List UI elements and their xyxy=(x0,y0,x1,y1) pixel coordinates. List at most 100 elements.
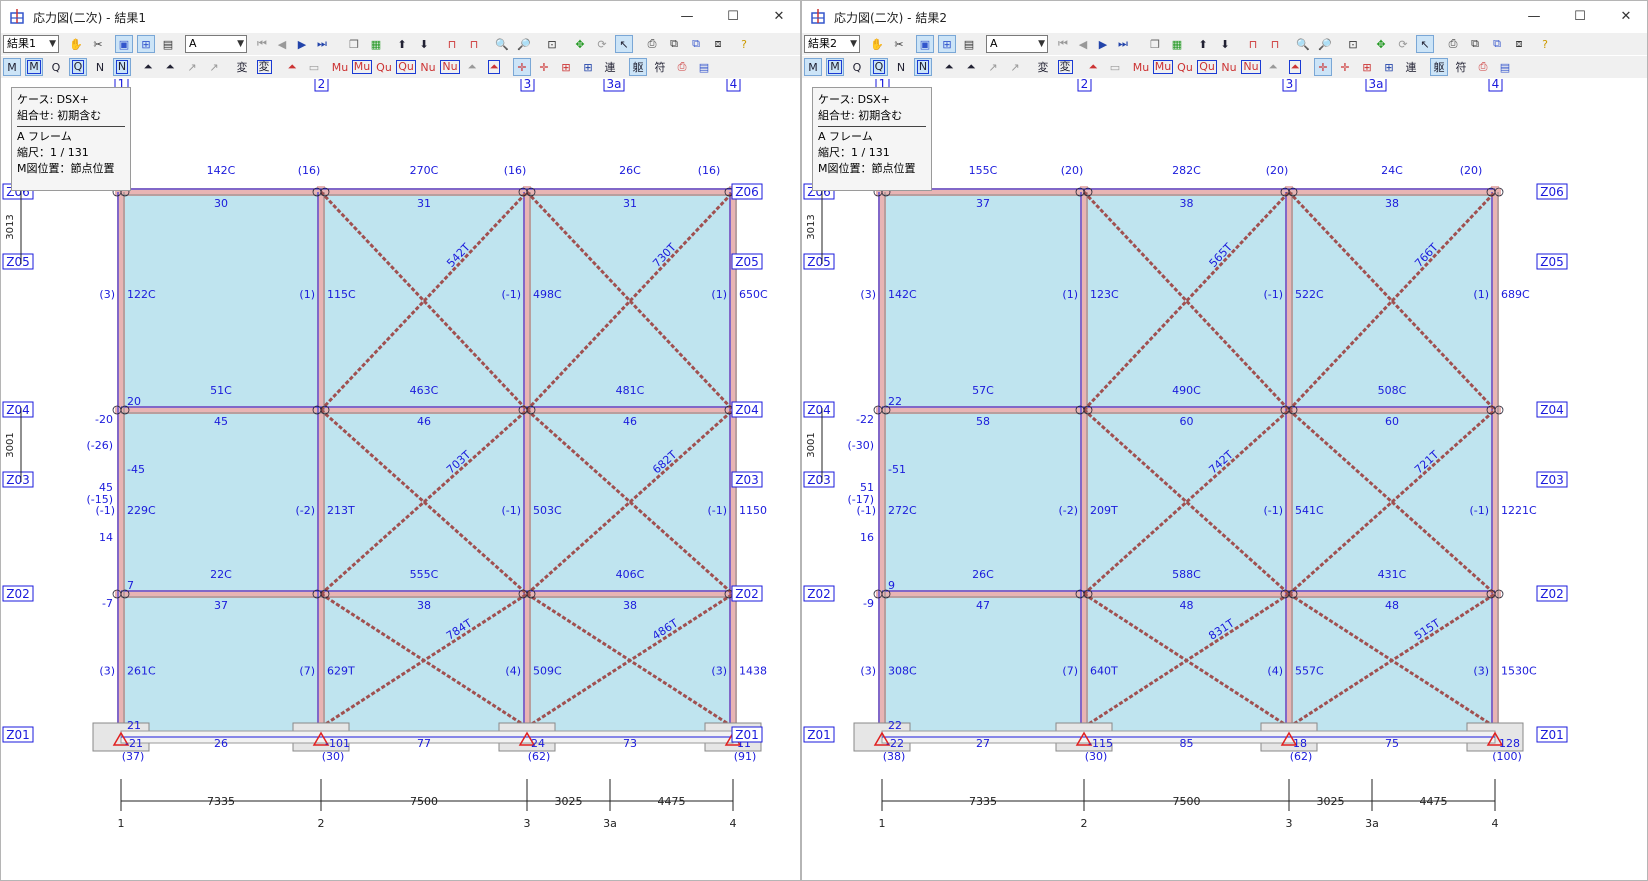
frame-view-button[interactable]: ⊞ xyxy=(137,35,155,53)
n-boxed-button[interactable]: N xyxy=(113,58,131,76)
force-mu-0-button[interactable]: Mu xyxy=(1132,58,1150,76)
henkei-button[interactable]: 変 xyxy=(233,58,251,76)
pointer-icon[interactable]: ↖ xyxy=(1416,35,1434,53)
minimize-button[interactable]: — xyxy=(664,1,710,31)
prev-button[interactable]: ◀ xyxy=(1074,35,1092,53)
print2-icon[interactable]: ⎙ xyxy=(1474,58,1492,76)
rotate-icon[interactable]: ⟳ xyxy=(593,35,611,53)
force-nu-5-button[interactable]: Nu xyxy=(440,58,460,76)
q-boxed-button[interactable]: Q xyxy=(69,58,87,76)
next-button[interactable]: ▶ xyxy=(1094,35,1112,53)
zoom-out-icon[interactable]: 🔍 xyxy=(1294,35,1312,53)
force-nu-4-button[interactable]: Nu xyxy=(419,58,437,76)
copy-button[interactable]: ❐ xyxy=(345,35,363,53)
move-icon[interactable]: ✥ xyxy=(571,35,589,53)
help-icon[interactable]: ? xyxy=(735,35,753,53)
node-red-button[interactable]: ✛ xyxy=(513,58,531,76)
zoom-in-icon[interactable]: 🔎 xyxy=(1316,35,1334,53)
window-tile-icon[interactable]: ⧉ xyxy=(687,35,705,53)
fu-button[interactable]: 符 xyxy=(651,58,669,76)
arrow-diag-button[interactable]: ↗ xyxy=(183,58,201,76)
reaction-button[interactable]: ⏶ xyxy=(283,58,301,76)
close-button[interactable]: ✕ xyxy=(1603,1,1647,31)
q-button[interactable]: Q xyxy=(47,58,65,76)
force-nu-4-button[interactable]: Nu xyxy=(1220,58,1238,76)
arrow-diag2-button[interactable]: ↗ xyxy=(1006,58,1024,76)
first-button[interactable]: ⏮ xyxy=(253,35,271,53)
print2-icon[interactable]: ⎙ xyxy=(673,58,691,76)
m-button[interactable]: M xyxy=(804,58,822,76)
n-button[interactable]: N xyxy=(892,58,910,76)
fit-button[interactable]: ⊡ xyxy=(1344,35,1362,53)
window-new-icon[interactable]: ⧉ xyxy=(1466,35,1484,53)
node-red2-button[interactable]: ✛ xyxy=(1336,58,1354,76)
export-icon[interactable]: ⧈ xyxy=(709,35,727,53)
force-mu-1-button[interactable]: Mu xyxy=(351,58,373,76)
reaction-button[interactable]: ⏶ xyxy=(1084,58,1102,76)
export-icon[interactable]: ⧈ xyxy=(1510,35,1528,53)
force-qu-2-button[interactable]: Qu xyxy=(375,58,393,76)
window-new-icon[interactable]: ⧉ xyxy=(665,35,683,53)
copy-button[interactable]: ❐ xyxy=(1146,35,1164,53)
frame-select[interactable]: A ▼ xyxy=(986,35,1048,53)
paste-button[interactable]: ▦ xyxy=(1168,35,1186,53)
load-down-button[interactable]: ⬇ xyxy=(1216,35,1234,53)
close-button[interactable]: ✕ xyxy=(756,1,800,31)
node-box2-button[interactable]: ⊞ xyxy=(579,58,597,76)
panel-button[interactable]: ▭ xyxy=(305,58,323,76)
ren-button[interactable]: 連 xyxy=(601,58,619,76)
first-button[interactable]: ⏮ xyxy=(1054,35,1072,53)
kumi-button[interactable]: 躯 xyxy=(629,58,647,76)
last-button[interactable]: ⏭ xyxy=(313,35,331,53)
diagram-canvas[interactable]: 542T 730T 703T 682T 784T 486T 142C 270C 26C (16)(… xyxy=(1,79,800,880)
maximize-button[interactable]: ☐ xyxy=(1557,1,1603,31)
fit-button[interactable]: ⊡ xyxy=(543,35,561,53)
frame-select-button[interactable]: ▣ xyxy=(916,35,934,53)
panel-button[interactable]: ▭ xyxy=(1106,58,1124,76)
node-box-button[interactable]: ⊞ xyxy=(557,58,575,76)
arrow-diag-button[interactable]: ↗ xyxy=(984,58,1002,76)
book-icon[interactable]: ▤ xyxy=(1496,58,1514,76)
henkei-boxed-button[interactable]: 変 xyxy=(255,58,273,76)
load-up-button[interactable]: ⬆ xyxy=(1194,35,1212,53)
kumi-button[interactable]: 躯 xyxy=(1430,58,1448,76)
force-qu-3-button[interactable]: Qu xyxy=(396,58,416,76)
n-button[interactable]: N xyxy=(91,58,109,76)
force-mu-1-button[interactable]: Mu xyxy=(1152,58,1174,76)
node-red2-button[interactable]: ✛ xyxy=(535,58,553,76)
print-icon[interactable]: ⎙ xyxy=(643,35,661,53)
henkei-boxed-button[interactable]: 変 xyxy=(1056,58,1074,76)
node-red-button[interactable]: ✛ xyxy=(1314,58,1332,76)
maximize-button[interactable]: ☐ xyxy=(710,1,756,31)
rotate-icon[interactable]: ⟳ xyxy=(1394,35,1412,53)
zoom-in-icon[interactable]: 🔎 xyxy=(515,35,533,53)
delete-tool-button[interactable]: ✂ xyxy=(89,35,107,53)
list-button[interactable]: ▤ xyxy=(960,35,978,53)
support-box-button[interactable]: ⏶ xyxy=(161,58,179,76)
last-button[interactable]: ⏭ xyxy=(1114,35,1132,53)
m-button[interactable]: M xyxy=(3,58,21,76)
delete-tool-button[interactable]: ✂ xyxy=(890,35,908,53)
henkei-button[interactable]: 変 xyxy=(1034,58,1052,76)
ren-button[interactable]: 連 xyxy=(1402,58,1420,76)
diagram-canvas[interactable]: 565T 766T 742T 721T 831T 515T 155C 282C 24C (20)(… xyxy=(802,79,1647,880)
move-icon[interactable]: ✥ xyxy=(1372,35,1390,53)
node-box2-button[interactable]: ⊞ xyxy=(1380,58,1398,76)
support-a-button[interactable]: ⏶ xyxy=(463,58,481,76)
load-up-button[interactable]: ⬆ xyxy=(393,35,411,53)
list-button[interactable]: ▤ xyxy=(159,35,177,53)
hand-tool-button[interactable]: ✋ xyxy=(868,35,886,53)
support-b-button[interactable]: ⏶ xyxy=(485,58,503,76)
beam-right-button[interactable]: ⊓ xyxy=(1266,35,1284,53)
force-qu-3-button[interactable]: Qu xyxy=(1197,58,1217,76)
window-tile-icon[interactable]: ⧉ xyxy=(1488,35,1506,53)
m-boxed-button[interactable]: M xyxy=(25,58,43,76)
result-select[interactable]: 結果1 ▼ xyxy=(3,35,59,53)
beam-left-button[interactable]: ⊓ xyxy=(443,35,461,53)
node-box-button[interactable]: ⊞ xyxy=(1358,58,1376,76)
help-icon[interactable]: ? xyxy=(1536,35,1554,53)
next-button[interactable]: ▶ xyxy=(293,35,311,53)
arrow-diag2-button[interactable]: ↗ xyxy=(205,58,223,76)
support-a-button[interactable]: ⏶ xyxy=(1264,58,1282,76)
fu-button[interactable]: 符 xyxy=(1452,58,1470,76)
